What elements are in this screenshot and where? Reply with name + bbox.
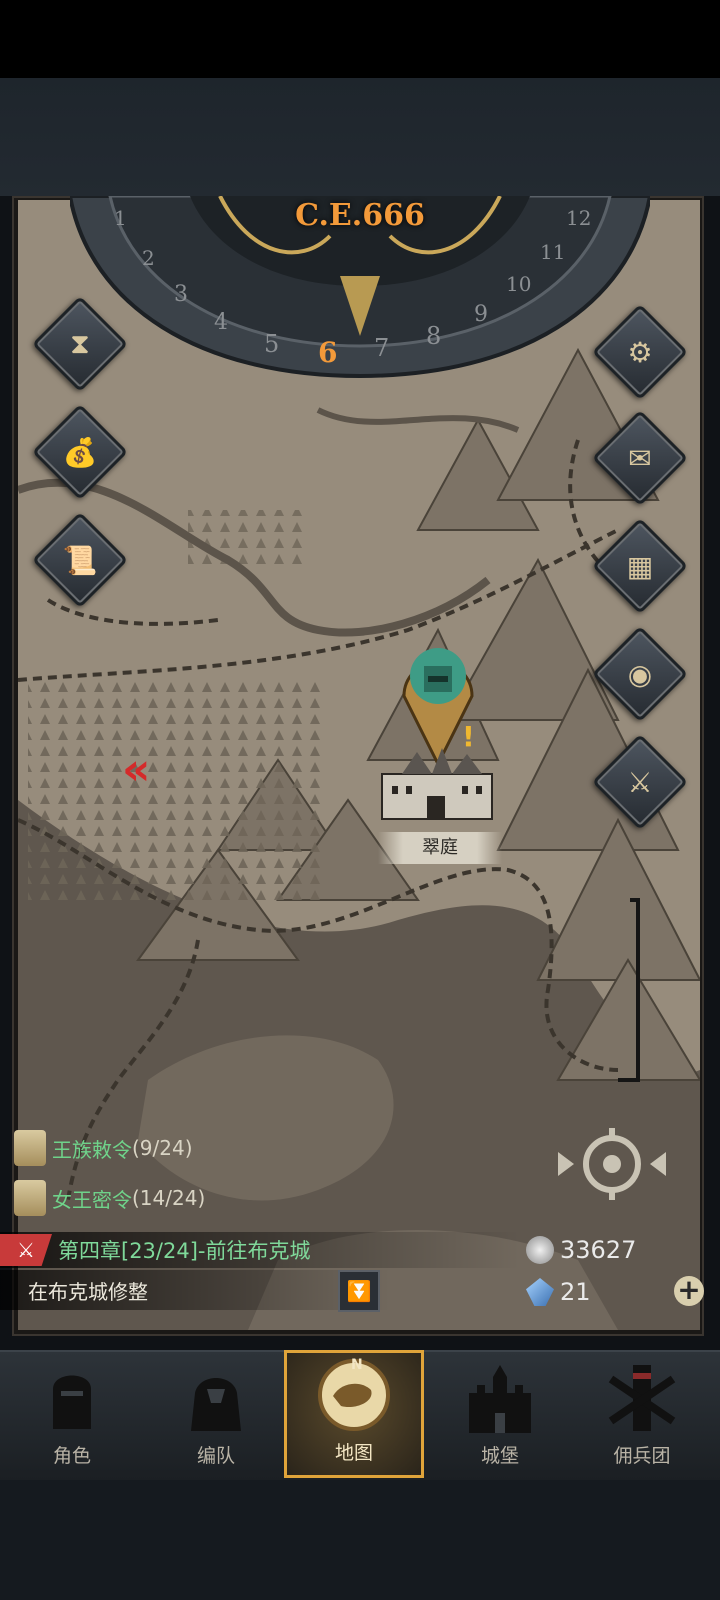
scroll-seal-icon — [14, 1180, 46, 1216]
header-band — [0, 78, 720, 196]
tab-label: 编队 — [196, 1445, 235, 1467]
tab-label: 佣兵团 — [613, 1445, 671, 1467]
tab-castle[interactable]: 城堡 — [428, 1350, 572, 1478]
crystal-counter: 21 — [526, 1274, 591, 1310]
gear-icon: ⚙ — [627, 335, 653, 369]
quest-item[interactable]: 女王密令 (14/24) — [14, 1178, 205, 1218]
chevron-down-icon: ⏬ — [346, 1279, 372, 1303]
quest-item[interactable]: 王族敕令 (9/24) — [14, 1128, 193, 1168]
silver-amount: 33627 — [560, 1236, 637, 1264]
tab-formation[interactable]: 编队 — [144, 1350, 288, 1478]
status-bar — [0, 0, 720, 78]
castle-icon[interactable] — [372, 744, 502, 824]
silver-coin-icon — [526, 1236, 554, 1264]
banner-swords-icon — [608, 1365, 676, 1431]
tab-map[interactable]: N 地图 — [284, 1350, 424, 1478]
board-icon: ▦ — [626, 549, 654, 583]
armored-warrior-icon — [191, 1378, 241, 1431]
knight-icon: ⚔ — [627, 765, 653, 799]
compass-letter: N — [351, 1357, 363, 1373]
mail-icon: ✉ — [628, 441, 652, 475]
crystal-amount: 21 — [560, 1278, 591, 1306]
knight-helmet-icon — [53, 1375, 91, 1429]
quest-progress: (9/24) — [132, 1136, 193, 1160]
collapse-button[interactable]: ⏬ — [338, 1270, 380, 1312]
quest-name: 王族敕令 — [52, 1137, 132, 1162]
recenter-button[interactable] — [556, 1126, 668, 1202]
tab-label: 地图 — [334, 1442, 373, 1464]
money-bag-icon: 💰 — [62, 435, 98, 469]
tab-mercenary[interactable]: 佣兵团 — [570, 1350, 714, 1478]
era-label: C.E.666 — [295, 198, 425, 233]
tab-label: 城堡 — [480, 1445, 519, 1467]
crystal-icon — [526, 1278, 554, 1306]
hourglass-icon: ⧗ — [70, 327, 90, 360]
coin-icon: ◉ — [627, 657, 653, 691]
chapter-title: 第四章[23/24]-前往布克城 — [58, 1239, 311, 1263]
quest-progress: (14/24) — [132, 1186, 206, 1210]
chapter-banner[interactable]: ⚔ 第四章[23/24]-前往布克城 — [0, 1232, 520, 1268]
chapter-status: 在布克城修整 — [0, 1270, 390, 1310]
back-arrow-icon[interactable]: « — [122, 748, 150, 792]
scroll-icon — [14, 1130, 46, 1166]
quest-name: 女王密令 — [52, 1187, 132, 1212]
add-crystal-button[interactable]: + — [674, 1276, 704, 1306]
location-label: 翠庭 — [378, 832, 502, 864]
bottom-band — [0, 1480, 720, 1600]
tab-character[interactable]: 角色 — [0, 1350, 144, 1478]
tab-label: 角色 — [52, 1445, 91, 1467]
crossed-swords-icon: ⚔ — [0, 1234, 52, 1266]
silver-counter: 33627 — [526, 1232, 636, 1268]
scroll-icon: 📜 — [62, 543, 98, 577]
castle-icon — [469, 1365, 531, 1433]
